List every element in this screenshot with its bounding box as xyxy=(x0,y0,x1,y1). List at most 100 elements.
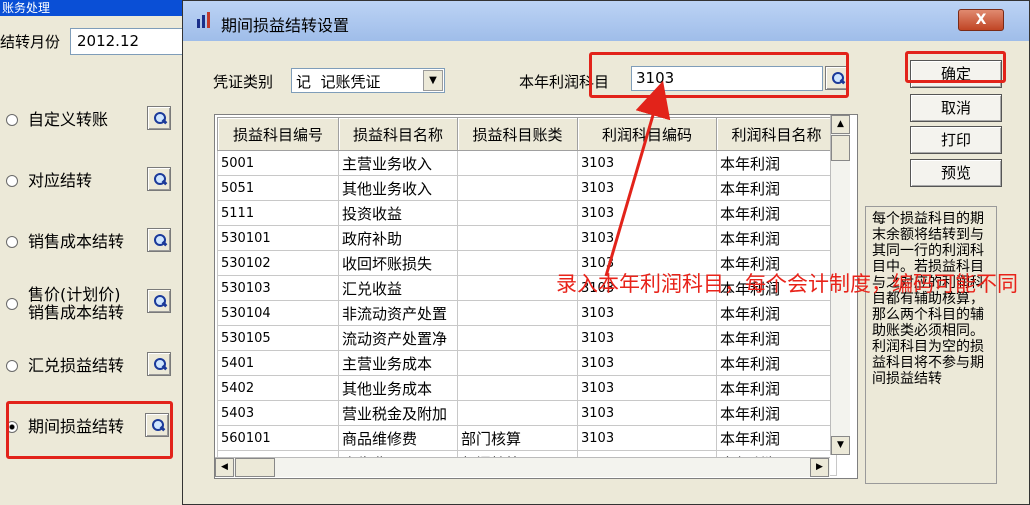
table-cell[interactable]: 本年利润 xyxy=(716,375,837,401)
table-cell[interactable]: 530104 xyxy=(217,300,339,326)
scroll-up-icon[interactable]: ▲ xyxy=(831,115,850,134)
column-header[interactable]: 利润科目名称 xyxy=(716,117,837,151)
column-header[interactable]: 利润科目编码 xyxy=(577,117,717,151)
chevron-down-icon[interactable]: ▼ xyxy=(423,70,443,91)
table-cell[interactable] xyxy=(457,375,578,401)
custom-transfer-search-button[interactable] xyxy=(147,106,171,130)
column-header[interactable]: 损益科目编号 xyxy=(217,117,339,151)
option-custom-transfer[interactable]: 自定义转账 xyxy=(6,107,108,133)
table-cell[interactable] xyxy=(457,350,578,376)
table-cell[interactable]: 530102 xyxy=(217,250,339,276)
cancel-button[interactable]: 取消 xyxy=(910,94,1002,122)
radio-custom-transfer[interactable] xyxy=(6,114,18,126)
table-cell[interactable]: 5001 xyxy=(217,150,339,176)
table-cell[interactable]: 部门核算 xyxy=(457,425,578,451)
table-cell[interactable]: 本年利润 xyxy=(716,150,837,176)
table-row[interactable]: 5051 其他业务收入 3103 本年利润 xyxy=(217,175,837,201)
table-row[interactable]: 530105 流动资产处置净 3103 本年利润 xyxy=(217,325,837,351)
table-cell[interactable]: 本年利润 xyxy=(716,300,837,326)
table-row[interactable]: 560101 商品维修费 部门核算 3103 本年利润 xyxy=(217,425,837,451)
table-cell[interactable]: 5051 xyxy=(217,175,339,201)
scroll-right-icon[interactable]: ▶ xyxy=(810,458,829,477)
table-cell[interactable]: 流动资产处置净 xyxy=(338,325,458,351)
table-cell[interactable]: 本年利润 xyxy=(716,350,837,376)
corresponding-transfer-search-button[interactable] xyxy=(147,167,171,191)
table-cell[interactable] xyxy=(457,300,578,326)
table-cell[interactable]: 5401 xyxy=(217,350,339,376)
option-sales-cost-transfer[interactable]: 销售成本结转 xyxy=(6,229,124,255)
table-row[interactable]: 5402 其他业务成本 3103 本年利润 xyxy=(217,375,837,401)
table-cell[interactable]: 530103 xyxy=(217,275,339,301)
exchange-search-button[interactable] xyxy=(147,352,171,376)
scroll-thumb[interactable] xyxy=(831,135,850,161)
horizontal-scrollbar[interactable]: ◀ ▶ xyxy=(215,457,830,477)
option-exchange-transfer[interactable]: 汇兑损益结转 xyxy=(6,353,124,379)
radio-plan-price-transfer[interactable] xyxy=(6,298,18,310)
table-cell[interactable]: 其他业务收入 xyxy=(338,175,458,201)
table-cell[interactable]: 收回坏账损失 xyxy=(338,250,458,276)
table-cell[interactable]: 汇兑收益 xyxy=(338,275,458,301)
table-cell[interactable] xyxy=(457,150,578,176)
option-plan-price-transfer[interactable]: 售价(计划价) 销售成本结转 xyxy=(6,284,124,324)
sales-cost-search-button[interactable] xyxy=(147,228,171,252)
table-cell[interactable] xyxy=(457,175,578,201)
table-row[interactable]: 5401 主营业务成本 3103 本年利润 xyxy=(217,350,837,376)
table-cell[interactable]: 3103 xyxy=(577,300,717,326)
plan-price-search-button[interactable] xyxy=(147,289,171,313)
table-cell[interactable]: 3103 xyxy=(577,375,717,401)
table-cell[interactable]: 530101 xyxy=(217,225,339,251)
option-corresponding-transfer[interactable]: 对应结转 xyxy=(6,168,92,194)
table-cell[interactable]: 本年利润 xyxy=(716,225,837,251)
table-cell[interactable]: 5403 xyxy=(217,400,339,426)
radio-corresponding-transfer[interactable] xyxy=(6,175,18,187)
table-cell[interactable]: 商品维修费 xyxy=(338,425,458,451)
close-button[interactable]: X xyxy=(958,9,1004,31)
table-cell[interactable]: 3103 xyxy=(577,425,717,451)
preview-button[interactable]: 预览 xyxy=(910,159,1002,187)
table-cell[interactable]: 3103 xyxy=(577,400,717,426)
table-row[interactable]: 5111 投资收益 3103 本年利润 xyxy=(217,200,837,226)
table-row[interactable]: 530104 非流动资产处置 3103 本年利润 xyxy=(217,300,837,326)
table-cell[interactable]: 3103 xyxy=(577,325,717,351)
table-cell[interactable]: 本年利润 xyxy=(716,200,837,226)
magnifier-icon xyxy=(153,172,166,186)
scroll-down-icon[interactable]: ▼ xyxy=(831,436,850,455)
print-button[interactable]: 打印 xyxy=(910,126,1002,154)
table-cell[interactable]: 本年利润 xyxy=(716,325,837,351)
table-cell[interactable]: 本年利润 xyxy=(716,400,837,426)
table-cell[interactable]: 营业税金及附加 xyxy=(338,400,458,426)
table-cell[interactable]: 其他业务成本 xyxy=(338,375,458,401)
transfer-month-input[interactable]: 2012.12 xyxy=(70,28,185,55)
table-cell[interactable]: 本年利润 xyxy=(716,175,837,201)
radio-sales-cost-transfer[interactable] xyxy=(6,236,18,248)
table-cell[interactable] xyxy=(457,200,578,226)
table-cell[interactable]: 560101 xyxy=(217,425,339,451)
table-cell[interactable] xyxy=(457,400,578,426)
table-cell[interactable]: 主营业务收入 xyxy=(338,150,458,176)
table-cell[interactable] xyxy=(457,325,578,351)
table-cell[interactable]: 530105 xyxy=(217,325,339,351)
table-row[interactable]: 5403 营业税金及附加 3103 本年利润 xyxy=(217,400,837,426)
table-cell[interactable]: 3103 xyxy=(577,150,717,176)
voucher-type-select[interactable]: 记 记账凭证 ▼ xyxy=(291,68,445,93)
table-cell[interactable]: 3103 xyxy=(577,200,717,226)
table-cell[interactable]: 非流动资产处置 xyxy=(338,300,458,326)
scroll-thumb[interactable] xyxy=(235,458,275,477)
table-row[interactable]: 5001 主营业务收入 3103 本年利润 xyxy=(217,150,837,176)
table-cell[interactable]: 5111 xyxy=(217,200,339,226)
table-cell[interactable]: 3103 xyxy=(577,225,717,251)
table-cell[interactable]: 本年利润 xyxy=(716,425,837,451)
table-cell[interactable]: 3103 xyxy=(577,175,717,201)
scroll-left-icon[interactable]: ◀ xyxy=(215,458,234,477)
column-header[interactable]: 损益科目账类 xyxy=(457,117,578,151)
table-cell[interactable]: 投资收益 xyxy=(338,200,458,226)
option-label: 售价(计划价) 销售成本结转 xyxy=(28,285,125,322)
radio-exchange-transfer[interactable] xyxy=(6,360,18,372)
table-cell[interactable]: 3103 xyxy=(577,350,717,376)
table-cell[interactable]: 主营业务成本 xyxy=(338,350,458,376)
table-cell[interactable]: 5402 xyxy=(217,375,339,401)
table-row[interactable]: 530101 政府补助 3103 本年利润 xyxy=(217,225,837,251)
table-cell[interactable] xyxy=(457,225,578,251)
column-header[interactable]: 损益科目名称 xyxy=(338,117,458,151)
table-cell[interactable]: 政府补助 xyxy=(338,225,458,251)
